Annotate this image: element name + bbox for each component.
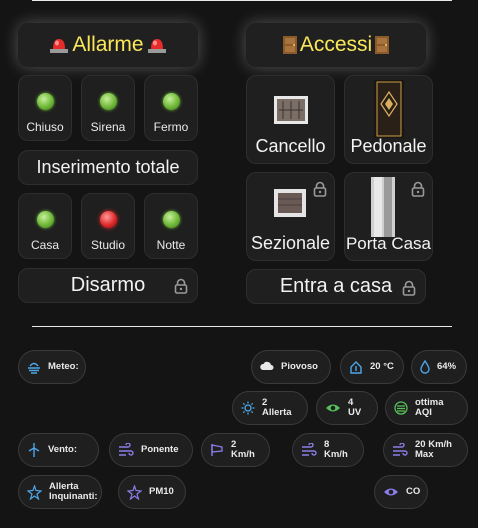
co-value: CO [406,486,421,497]
door-tile-sezionale[interactable]: Sezionale [246,172,335,261]
alarm-led [99,211,117,228]
door-tile-pedonale[interactable]: Pedonale [344,75,433,164]
door-icon [282,36,297,54]
uv-chip[interactable]: 4 UV [316,391,378,425]
zone-tile-casa[interactable]: Casa [18,193,72,259]
windsock-icon [211,444,223,456]
meteo-label: Meteo: [48,361,79,372]
rain-cloud-icon [260,361,274,370]
aqi-value: ottima AQI [415,397,444,418]
wind-direction-value: Ponente [141,444,179,455]
pollution-chip[interactable]: Allerta Inquinanti: [18,475,102,509]
zone-label: Notte [156,238,186,252]
wind-label: Vento: [48,444,78,455]
door-label: Pedonale [350,136,427,156]
wind-speed-value: 2 Km/h [231,439,255,460]
lock-icon [411,181,425,197]
door-label: Cancello [255,136,326,156]
wind-icon [393,443,408,456]
door-tile-porta-casa[interactable]: Porta Casa [344,172,433,261]
lock-icon [174,278,188,294]
wind-speed-chip[interactable]: 2 Km/h [201,433,270,467]
humidity-value: 64% [437,361,457,372]
eye-icon [384,488,398,496]
uv-value: 4 UV [348,397,362,418]
temperature-chip[interactable]: 20 °C [340,350,404,384]
wind-chip[interactable]: Vento: [18,433,99,467]
particulate-icon [127,484,142,500]
meteo-chip[interactable]: Meteo: [18,350,86,384]
sun-alert-icon [241,401,255,415]
allarme-title-text: Allarme [72,33,144,56]
lock-icon [313,181,327,197]
pm10-value: PM10 [149,486,174,497]
accessi-title-text: Accessi [299,33,373,56]
door-tile-cancello[interactable]: Cancello [246,75,335,164]
disarm-label: Disarmo [70,274,146,296]
wind-max-text: 20 Km/h Max [415,440,452,460]
status-led [162,211,180,228]
insert-total-button[interactable]: Inserimento totale [18,150,198,185]
mode-tile-fermo[interactable]: Fermo [144,75,198,141]
door-label: Sezionale [250,233,331,253]
siren-icon [147,39,166,53]
lock-icon [402,280,416,296]
section-divider [32,326,452,327]
siren-icon [50,39,69,53]
air-quality-icon [394,401,408,415]
wind-turbine-icon [28,443,40,457]
accessi-title: Accessi [246,23,426,67]
aqi-chip[interactable]: ottima AQI [385,391,468,425]
alert-value: 2 Allerta [262,397,292,418]
status-led [162,93,180,110]
eye-icon [326,404,340,412]
enter-home-label: Entra a casa [279,275,393,297]
wind-icon [302,443,317,456]
status-led [99,93,117,110]
mode-tile-sirena[interactable]: Sirena [81,75,135,141]
home-thermometer-icon [350,361,362,374]
zone-tile-notte[interactable]: Notte [144,193,198,259]
status-led [36,93,54,110]
mode-label: Sirena [90,120,126,134]
pedestrian-door-image [374,80,404,138]
alert-chip[interactable]: 2 Allerta [232,391,308,425]
temperature-value: 20 °C [370,361,394,372]
house-door-image [371,177,395,237]
gate-image [274,96,308,124]
wind-direction-chip[interactable]: Ponente [109,433,193,467]
wind-max-chip[interactable]: 20 Km/h Max [383,433,468,467]
mode-tile-chiuso[interactable]: Chiuso [18,75,72,141]
insert-total-label: Inserimento totale [36,157,180,177]
disarm-button[interactable]: Disarmo [18,268,198,303]
pollution-icon [27,484,42,500]
garage-door-image [274,189,306,217]
wind-gust-value: 8 Km/h [324,439,348,460]
pm10-chip[interactable]: PM10 [118,475,186,509]
condition-value: Piovoso [281,361,318,372]
pollution-text: Allerta Inquinanti: [49,482,98,502]
enter-home-button[interactable]: Entra a casa [246,269,426,304]
humidity-chip[interactable]: 64% [411,350,467,384]
door-icon [375,36,390,54]
wind-max-label: Max [415,449,434,460]
zone-label: Casa [30,238,59,252]
wind-icon [119,443,134,456]
wind-gust-chip[interactable]: 8 Km/h [292,433,364,467]
mode-label: Fermo [153,120,189,134]
allarme-title: Allarme [18,23,198,67]
status-led [36,211,54,228]
mode-label: Chiuso [26,120,64,134]
co-chip[interactable]: CO [374,475,428,509]
door-label: Porta Casa [345,234,432,253]
top-divider [32,0,452,1]
pollution-line2: Inquinanti: [49,491,98,502]
condition-chip[interactable]: Piovoso [251,350,331,384]
zone-tile-studio[interactable]: Studio [81,193,135,259]
zone-label: Studio [90,238,126,252]
water-drop-icon [420,360,430,374]
weather-haze-icon [28,362,40,374]
